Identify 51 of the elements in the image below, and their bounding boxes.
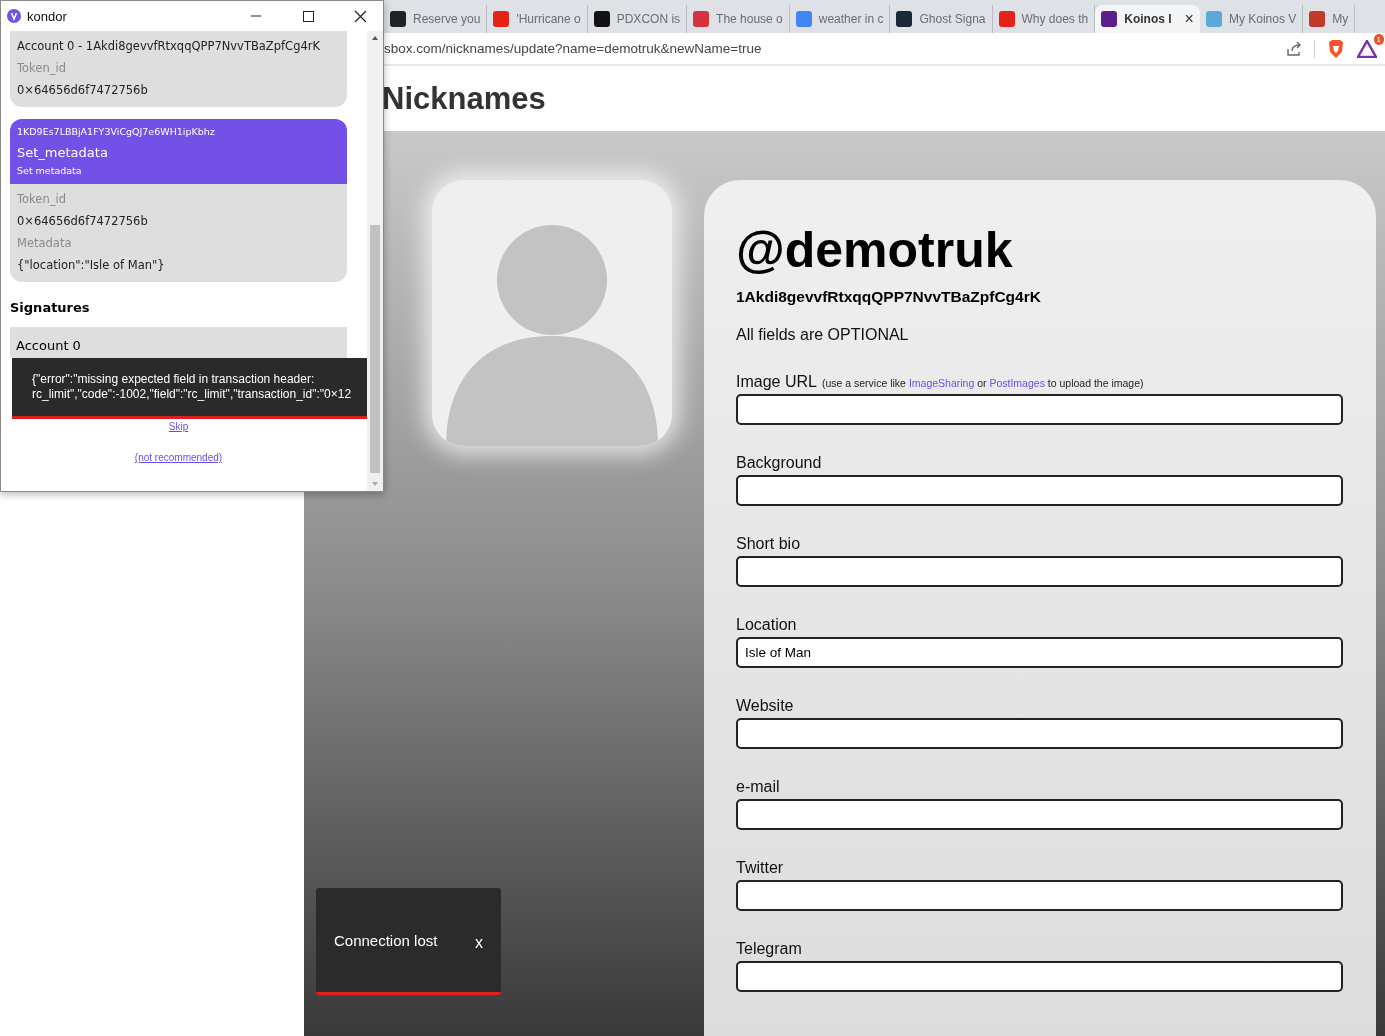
text-input[interactable] (736, 880, 1343, 911)
close-button[interactable]: x (475, 934, 483, 952)
text-input[interactable]: Isle of Man (736, 637, 1343, 668)
account-address: 1Akdi8gevvfRtxqqQPP7NvvTBaZpfCg4rK (736, 288, 1042, 306)
skip-link[interactable]: Skip (168, 421, 189, 432)
field-label: Telegram (736, 940, 802, 958)
scrollbar[interactable] (367, 31, 383, 491)
field-label: Metadata (17, 235, 73, 252)
operation-name: Set_metadata (17, 145, 109, 160)
field-value: 0×64656d6f7472756b (17, 82, 149, 99)
field-label: Token_id (17, 60, 67, 77)
text-input[interactable] (736, 556, 1343, 587)
field-label: Twitter (736, 859, 784, 877)
text-input[interactable] (736, 799, 1343, 830)
field-label: Website (736, 697, 794, 715)
close-tab-button[interactable]: × (1184, 10, 1194, 28)
field-value: Account 0 - 1Akdi8gevvfRtxqqQPP7NvvTBaZpfCg4rK (17, 38, 321, 55)
person-silhouette-icon (443, 224, 661, 446)
service-link[interactable]: PostImages (989, 377, 1045, 389)
field-label: Token_id (17, 191, 67, 208)
field-value: 0×64656d6f7472756b (17, 213, 149, 230)
triangle-icon[interactable] (1357, 39, 1377, 58)
browser-tab[interactable]: Koinos I × (1095, 5, 1200, 33)
service-link[interactable]: ImageSharing (908, 377, 975, 389)
text-input[interactable] (736, 718, 1343, 749)
field-label: e-mail (736, 778, 780, 796)
field-label: Image URL (736, 373, 817, 391)
not-recommended-link[interactable]: (not recommended) (134, 452, 223, 463)
field-label: Location (736, 616, 797, 634)
operation-description: Set metadata (17, 165, 83, 176)
field-hint: (use a service like ImageSharing or PostImages to upload the image) (821, 377, 1144, 389)
field-value: {"location":"Isle of Man"} (17, 257, 166, 274)
toast-message: Connection lost (334, 931, 438, 949)
share-icon[interactable] (1286, 40, 1302, 57)
profile-handle: @demotruk (736, 221, 1014, 280)
text-input[interactable] (736, 394, 1343, 425)
contract-address: 1KD9Es7LBBjA1FY3ViCgQJ7e6WH1ipKbhz (17, 126, 216, 137)
address-field[interactable]: sbox.com/nicknames/update?name=demotruk&newName=true (384, 41, 1274, 56)
notification-badge: 1 (1373, 33, 1384, 45)
lion-shield-icon[interactable] (1327, 38, 1345, 59)
text-input[interactable] (736, 961, 1343, 992)
section-heading: Signatures (10, 300, 91, 315)
field-label: Short bio (736, 535, 801, 553)
optional-note: All fields are OPTIONAL (736, 326, 910, 344)
signature-account: Account 0 (16, 338, 81, 353)
app-logo-icon (7, 9, 21, 23)
page-title: Nicknames (382, 80, 546, 117)
text-input[interactable] (736, 475, 1343, 506)
window-title: kondor (27, 8, 67, 24)
field-label: Background (736, 454, 822, 472)
error-message: {"error":"missing expected field in transaction header: rc_limit","code":-1002,"field":"rc_limit","transaction_id":"0×12 (32, 372, 353, 402)
